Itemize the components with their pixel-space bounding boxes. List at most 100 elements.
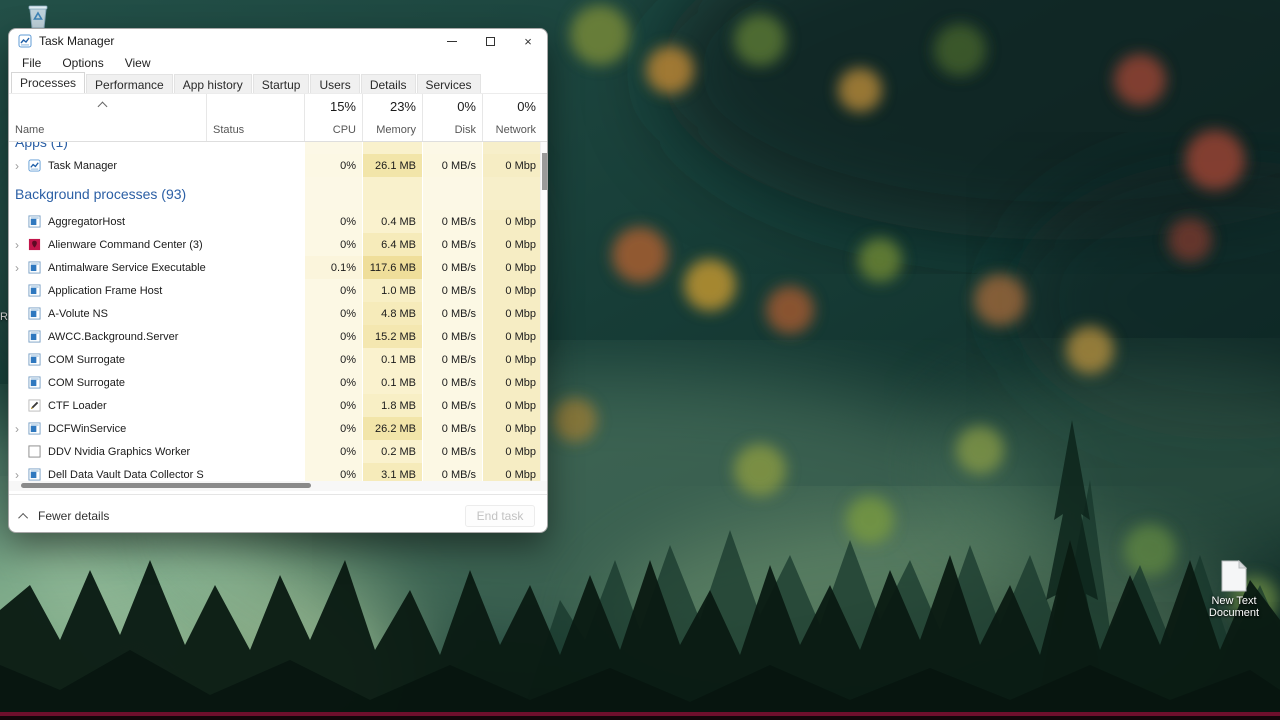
disk-cell: 0 MB/s	[422, 394, 482, 417]
network-cell: 0 Mbp	[482, 233, 542, 256]
network-cell: 0 Mbp	[482, 463, 542, 481]
minimize-button[interactable]	[433, 29, 471, 53]
process-row[interactable]: ›DCFWinService0%26.2 MB0 MB/s0 Mbp	[9, 417, 542, 440]
process-row[interactable]: ›A-Volute NS0%4.8 MB0 MB/s0 Mbp	[9, 302, 542, 325]
network-cell: 0 Mbp	[482, 210, 542, 233]
disk-cell: 0 MB/s	[422, 325, 482, 348]
process-row[interactable]: ›DDV Nvidia Graphics Worker0%0.2 MB0 MB/…	[9, 440, 542, 463]
tab-details[interactable]: Details	[361, 74, 416, 93]
status-cell	[206, 233, 304, 256]
maximize-button[interactable]	[471, 29, 509, 53]
process-name: CTF Loader	[48, 400, 107, 412]
disk-cell: 0 MB/s	[422, 233, 482, 256]
process-row[interactable]: ›CTF Loader0%1.8 MB0 MB/s0 Mbp	[9, 394, 542, 417]
recycle-bin-glyph	[23, 1, 53, 31]
expand-chevron-icon[interactable]: ›	[15, 469, 28, 481]
menu-view[interactable]: View	[125, 56, 151, 70]
disk-cell: 0 MB/s	[422, 417, 482, 440]
network-cell: 0 Mbp	[482, 348, 542, 371]
process-name-cell: ›DCFWinService	[9, 417, 206, 440]
process-name: AWCC.Background.Server	[48, 331, 178, 343]
title-bar[interactable]: Task Manager ×	[9, 29, 547, 53]
cpu-cell: 0%	[304, 371, 362, 394]
group-header-row[interactable]: Background processes (93)	[9, 177, 542, 210]
app-generic-icon	[28, 307, 41, 320]
process-row[interactable]: ›Application Frame Host0%1.0 MB0 MB/s0 M…	[9, 279, 542, 302]
disk-cell: 0 MB/s	[422, 440, 482, 463]
process-name-cell: ›Dell Data Vault Data Collector S	[9, 463, 206, 481]
memory-cell: 26.2 MB	[362, 417, 422, 440]
group-header-label: Apps (1)	[9, 142, 304, 154]
task-manager-window: Task Manager × File Options View Process…	[8, 28, 548, 533]
column-name[interactable]: Name	[9, 94, 206, 141]
process-list: Apps (1)›Task Manager0%26.1 MB0 MB/s0 Mb…	[9, 142, 542, 481]
column-header-row: Name Status 15% CPU 23% Memory 0% Disk 0…	[9, 94, 547, 142]
column-disk-label: Disk	[455, 124, 476, 136]
minimize-icon	[447, 41, 457, 42]
cpu-cell: 0%	[304, 325, 362, 348]
vertical-scrollbar[interactable]	[540, 142, 547, 481]
sort-ascending-icon	[98, 102, 108, 112]
app-generic-icon	[28, 215, 41, 228]
column-name-label: Name	[15, 124, 44, 136]
process-name-cell: ›Application Frame Host	[9, 279, 206, 302]
process-name-cell: ›CTF Loader	[9, 394, 206, 417]
outline-icon	[28, 445, 41, 458]
cpu-cell	[304, 177, 362, 210]
cpu-cell: 0%	[304, 279, 362, 302]
status-cell	[206, 256, 304, 279]
process-name: COM Surrogate	[48, 377, 125, 389]
cpu-cell: 0%	[304, 154, 362, 177]
column-memory[interactable]: 23% Memory	[362, 94, 422, 141]
menu-file[interactable]: File	[22, 56, 41, 70]
process-name: Task Manager	[48, 160, 117, 172]
app-generic-icon	[28, 422, 41, 435]
tab-processes[interactable]: Processes	[11, 72, 85, 93]
status-cell	[206, 394, 304, 417]
process-name: Application Frame Host	[48, 285, 162, 297]
process-row[interactable]: ›COM Surrogate0%0.1 MB0 MB/s0 Mbp	[9, 371, 542, 394]
status-cell	[206, 440, 304, 463]
tab-startup[interactable]: Startup	[253, 74, 310, 93]
process-row[interactable]: ›Dell Data Vault Data Collector S0%3.1 M…	[9, 463, 542, 481]
ctf-icon	[28, 399, 41, 412]
process-row[interactable]: ›Alienware Command Center (3)0%6.4 MB0 M…	[9, 233, 542, 256]
process-row[interactable]: ›COM Surrogate0%0.1 MB0 MB/s0 Mbp	[9, 348, 542, 371]
column-network[interactable]: 0% Network	[482, 94, 542, 141]
tab-app-history[interactable]: App history	[174, 74, 252, 93]
cpu-cell: 0%	[304, 463, 362, 481]
fewer-details-toggle[interactable]: Fewer details	[21, 509, 109, 523]
status-cell	[206, 463, 304, 481]
expand-chevron-icon[interactable]: ›	[15, 160, 28, 172]
menu-options[interactable]: Options	[62, 56, 103, 70]
horizontal-scrollbar[interactable]	[9, 481, 547, 491]
alienware-icon	[28, 238, 41, 251]
column-disk[interactable]: 0% Disk	[422, 94, 482, 141]
tab-users[interactable]: Users	[310, 74, 359, 93]
close-button[interactable]: ×	[509, 29, 547, 53]
tab-performance[interactable]: Performance	[86, 74, 173, 93]
expand-chevron-icon[interactable]: ›	[15, 262, 28, 274]
process-row[interactable]: ›Task Manager0%26.1 MB0 MB/s0 Mbp	[9, 154, 542, 177]
end-task-button[interactable]: End task	[465, 505, 535, 527]
vertical-scrollbar-thumb[interactable]	[542, 153, 547, 190]
process-name-cell: › Task Manager	[9, 154, 206, 177]
column-cpu-label: CPU	[333, 124, 356, 136]
column-status[interactable]: Status	[206, 94, 304, 141]
tab-services[interactable]: Services	[417, 74, 481, 93]
new-text-document-icon[interactable]: New Text Document	[1192, 560, 1276, 619]
process-row[interactable]: ›AWCC.Background.Server0%15.2 MB0 MB/s0 …	[9, 325, 542, 348]
horizontal-scrollbar-thumb[interactable]	[21, 483, 311, 488]
cpu-cell: 0.1%	[304, 256, 362, 279]
group-header-row[interactable]: Apps (1)	[9, 142, 542, 154]
expand-chevron-icon[interactable]: ›	[15, 423, 28, 435]
status-cell	[206, 417, 304, 440]
expand-chevron-icon[interactable]: ›	[15, 239, 28, 251]
process-name: AggregatorHost	[48, 216, 125, 228]
process-row[interactable]: ›Antimalware Service Executable0.1%117.6…	[9, 256, 542, 279]
network-cell: 0 Mbp	[482, 440, 542, 463]
column-cpu[interactable]: 15% CPU	[304, 94, 362, 141]
network-cell: 0 Mbp	[482, 154, 542, 177]
process-row[interactable]: ›AggregatorHost0%0.4 MB0 MB/s0 Mbp	[9, 210, 542, 233]
new-text-document-label: New Text Document	[1209, 595, 1259, 619]
